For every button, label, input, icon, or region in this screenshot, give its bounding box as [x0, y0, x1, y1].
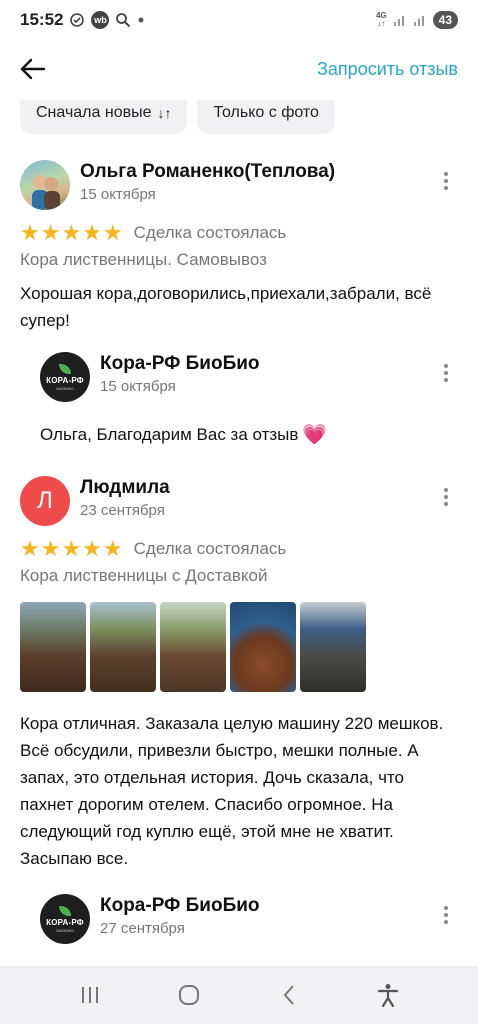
- app-header: Запросить отзыв: [0, 44, 478, 94]
- only-photo-chip[interactable]: Только с фото: [197, 100, 335, 134]
- deal-status: Сделка состоялась: [133, 539, 287, 558]
- request-review-link[interactable]: Запросить отзыв: [317, 59, 458, 80]
- seller-reply: КОРА-РФ БИОБИО Кора-РФ БиоБио 15 октября…: [40, 352, 458, 447]
- signal-icon: [393, 13, 407, 27]
- sort-newest-label: Сначала новые: [36, 104, 152, 121]
- status-bar: 15:52 wb 4G ↓↑ 43: [0, 0, 478, 40]
- more-options-icon[interactable]: [434, 160, 458, 190]
- seller-logo[interactable]: КОРА-РФ БИОБИО: [40, 894, 90, 944]
- more-options-icon[interactable]: [434, 352, 458, 382]
- reply-date: 15 октября: [100, 378, 176, 395]
- back-arrow-icon[interactable]: [20, 54, 50, 84]
- review-author[interactable]: Людмила: [80, 476, 434, 500]
- sort-icon: ↓↑: [157, 105, 172, 121]
- deal-status: Сделка состоялась: [133, 223, 287, 242]
- leaf-icon: [59, 905, 71, 916]
- rating-stars: ★★★★★: [20, 536, 124, 561]
- review-author[interactable]: Ольга Романенко(Теплова): [80, 160, 434, 184]
- review-photo[interactable]: [160, 602, 226, 692]
- reply-author[interactable]: Кора-РФ БиоБио: [100, 894, 434, 918]
- reply-date: 27 сентября: [100, 920, 185, 937]
- review-date: 23 сентября: [80, 502, 165, 519]
- filter-bar: Сначала новые ↓↑ Только с фото: [20, 100, 335, 134]
- network-type-icon: 4G ↓↑: [375, 11, 387, 28]
- seller-logo[interactable]: КОРА-РФ БИОБИО: [40, 352, 90, 402]
- avatar[interactable]: [20, 160, 70, 210]
- review-photo[interactable]: [300, 602, 366, 692]
- review-date: 15 октября: [80, 186, 156, 203]
- review-photo[interactable]: [20, 602, 86, 692]
- system-nav-bar: [0, 966, 478, 1024]
- reply-text: Ольга, Благодарим Вас за отзыв: [40, 424, 299, 444]
- reply-author[interactable]: Кора-РФ БиоБио: [100, 352, 434, 376]
- rating-stars: ★★★★★: [20, 220, 124, 245]
- back-nav-icon[interactable]: [269, 975, 309, 1015]
- review-photo[interactable]: [90, 602, 156, 692]
- review-photos: [20, 602, 458, 692]
- review-product: Кора лиственницы. Самовывоз: [20, 250, 267, 269]
- accessibility-icon[interactable]: [368, 975, 408, 1015]
- status-time: 15:52: [20, 10, 64, 29]
- home-icon[interactable]: [169, 975, 209, 1015]
- wb-app-icon: wb: [91, 11, 110, 29]
- leaf-icon: [59, 363, 71, 374]
- review-photo[interactable]: [230, 602, 296, 692]
- review-item: Ольга Романенко(Теплова) 15 октября ★★★★…: [20, 160, 458, 447]
- review-item: Л Людмила 23 сентября ★★★★★ Сделка состо…: [20, 476, 458, 944]
- avatar[interactable]: Л: [20, 476, 70, 526]
- recent-apps-icon[interactable]: [70, 975, 110, 1015]
- heart-emoji-icon: 💗: [302, 424, 328, 446]
- sync-icon: [69, 12, 85, 28]
- signal-icon-2: [413, 13, 427, 27]
- battery-indicator: 43: [432, 11, 458, 29]
- more-options-icon[interactable]: [434, 476, 458, 506]
- review-text: Хорошая кора,договорились,приехали,забра…: [20, 284, 432, 330]
- search-status-icon: [115, 12, 131, 28]
- review-text: Кора отличная. Заказала целую машину 220…: [20, 714, 444, 868]
- only-photo-label: Только с фото: [213, 104, 319, 121]
- dot-icon: [137, 16, 145, 24]
- sort-newest-chip[interactable]: Сначала новые ↓↑: [20, 100, 188, 134]
- more-options-icon[interactable]: [434, 894, 458, 924]
- review-product: Кора лиственницы с Доставкой: [20, 566, 268, 585]
- seller-reply: КОРА-РФ БИОБИО Кора-РФ БиоБио 27 сентябр…: [40, 894, 458, 944]
